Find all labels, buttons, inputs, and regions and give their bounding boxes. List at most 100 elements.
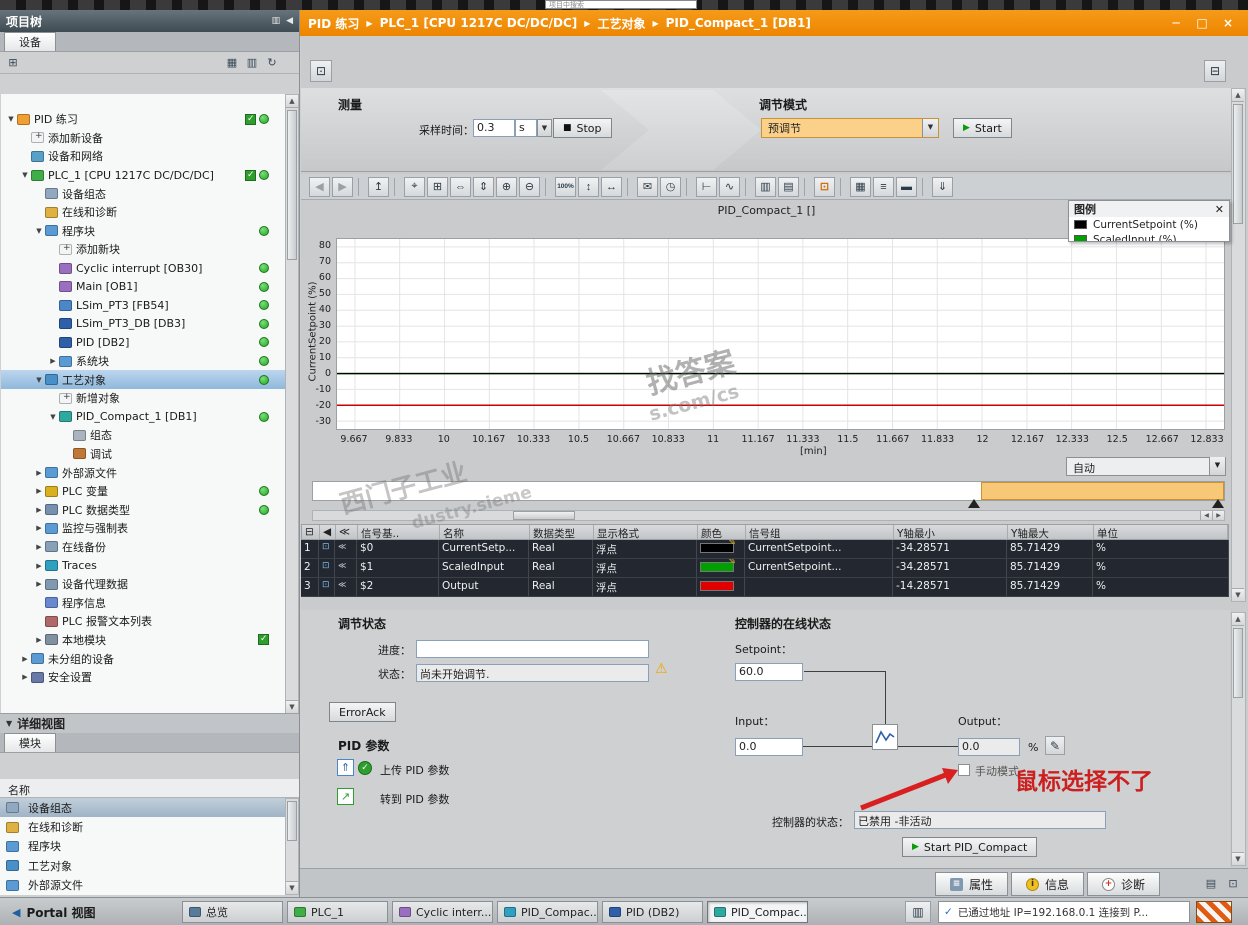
tree-item-27[interactable]: PLC 报警文本列表 — [1, 612, 285, 631]
detail-item-1[interactable]: 在线和诊断 — [0, 817, 285, 836]
taskbar-button-3[interactable]: PID_Compac... — [497, 901, 598, 923]
expand-panel-icon[interactable]: ⊟ — [1204, 60, 1226, 82]
tab-diagnostics[interactable]: + 诊断 — [1087, 872, 1161, 896]
range-selection[interactable] — [981, 482, 1224, 500]
tree-item-13[interactable]: ▶ 系统块 — [1, 352, 285, 371]
tree-item-23[interactable]: ▶ 在线备份 — [1, 538, 285, 557]
expander-icon[interactable]: ▼ — [47, 413, 59, 421]
column-header[interactable]: 显示格式 — [594, 525, 698, 539]
scroll-up-icon[interactable]: ▲ — [1232, 89, 1244, 102]
zoom-in-icon[interactable]: ⊕ — [496, 176, 517, 197]
close-icon[interactable]: × — [1220, 16, 1236, 30]
tab-properties[interactable]: ≡ 属性 — [935, 872, 1009, 896]
sampling-unit-dropdown-icon[interactable]: ▼ — [537, 119, 552, 137]
color-cell[interactable]: ✎ — [697, 559, 745, 577]
legend-item-1[interactable]: ScaledInput (%) — [1069, 232, 1229, 241]
auto-collapse-ic[interactable]: ▥ — [272, 16, 281, 26]
display-mode-select[interactable]: 自动 ▼ — [1066, 457, 1226, 476]
scroll-down-icon[interactable]: ▼ — [286, 881, 298, 894]
start-tuning-button[interactable]: ▶ Start — [953, 118, 1012, 138]
taskbar-button-2[interactable]: Cyclic interr... — [392, 901, 493, 923]
zoom-out-icon[interactable]: ⊖ — [519, 176, 540, 197]
align-block-icon[interactable]: ▬ — [896, 176, 917, 197]
table-view-icon[interactable]: ▦ — [850, 176, 871, 197]
tree-item-5[interactable]: 在线和诊断 — [1, 203, 285, 222]
breadcrumb-segment[interactable]: PID 练习 — [308, 15, 359, 32]
scroll-up-icon[interactable]: ▲ — [1232, 613, 1244, 626]
detail-item-4[interactable]: 外部源文件 — [0, 876, 285, 895]
tree-item-25[interactable]: ▶ 设备代理数据 — [1, 575, 285, 594]
range-handle-right[interactable] — [1212, 499, 1224, 508]
forward-icon[interactable]: ▶ — [332, 176, 353, 197]
color-cell[interactable] — [697, 578, 745, 596]
column-header[interactable]: 数据类型 — [530, 525, 594, 539]
start-pid-compact-button[interactable]: ▶ Start PID_Compact — [902, 837, 1038, 857]
expander-icon[interactable]: ▶ — [33, 469, 45, 477]
collapse-inspector-icon[interactable]: ⊡ — [1224, 874, 1242, 892]
tree-item-30[interactable]: ▶ 安全设置 — [1, 668, 285, 687]
tree-item-12[interactable]: PID [DB2] — [1, 333, 285, 352]
scroll-thumb[interactable] — [1233, 104, 1243, 224]
column-header[interactable]: 单位 — [1094, 525, 1228, 539]
column-header[interactable]: 信号组 — [746, 525, 894, 539]
minimize-icon[interactable]: ─ — [1168, 16, 1184, 30]
breadcrumb-segment[interactable]: 工艺对象 — [597, 15, 645, 32]
goto-icon[interactable]: ↗ — [337, 788, 354, 805]
expander-icon[interactable]: ▶ — [19, 673, 31, 681]
legend-item-0[interactable]: CurrentSetpoint (%) — [1069, 217, 1229, 232]
range-selector-track[interactable] — [312, 481, 1225, 501]
diagram-view-icon[interactable]: ▦ — [223, 54, 241, 72]
pointer-icon[interactable]: ⌖ — [404, 176, 425, 197]
scroll-right-icon[interactable]: ▶ — [1212, 511, 1224, 520]
column-header[interactable]: 信号基.. — [358, 525, 440, 539]
color-cell[interactable]: ✎ — [697, 540, 745, 558]
trend-view-icon[interactable]: ∿ — [719, 176, 740, 197]
tab-module[interactable]: 模块 — [4, 733, 56, 752]
setpoint-field[interactable]: 60.0 — [735, 663, 803, 681]
dropdown-arrow-icon[interactable]: ▼ — [922, 119, 938, 137]
expander-icon[interactable]: ▶ — [33, 562, 45, 570]
column-header[interactable]: Y轴最大 — [1008, 525, 1094, 539]
column-header[interactable]: Y轴最小 — [894, 525, 1008, 539]
tree-item-2[interactable]: 设备和网络 — [1, 147, 285, 166]
tree-item-10[interactable]: LSim_PT3 [FB54] — [1, 296, 285, 315]
scroll-down-icon[interactable]: ▼ — [1232, 852, 1244, 865]
zoom-selection-icon[interactable]: ⊞ — [427, 176, 448, 197]
tree-item-17[interactable]: 组态 — [1, 426, 285, 445]
back-icon[interactable]: ◀ — [309, 176, 330, 197]
error-ack-button[interactable]: ErrorAck — [329, 702, 396, 722]
vertical-scrollbar[interactable]: ▲ ▼ — [1231, 612, 1246, 866]
tree-item-18[interactable]: 调试 — [1, 445, 285, 464]
ruler-icon[interactable]: ⊢ — [696, 176, 717, 197]
project-search-input[interactable]: 项目中搜索 — [545, 0, 697, 9]
zoom-100-icon[interactable]: 100% — [555, 176, 576, 197]
expander-icon[interactable]: ▶ — [33, 636, 45, 644]
expander-icon[interactable]: ▶ — [33, 543, 45, 551]
detail-scrollbar[interactable]: ▼ — [285, 798, 299, 895]
scroll-down-icon[interactable]: ▼ — [1232, 588, 1244, 601]
tree-item-21[interactable]: ▶ PLC 数据类型 — [1, 500, 285, 519]
taskbar-button-5[interactable]: PID_Compac... — [707, 901, 808, 923]
expander-icon[interactable]: ▼ — [33, 227, 45, 235]
breadcrumb-segment[interactable]: PID_Compact_1 [DB1] — [666, 16, 811, 30]
taskbar-button-1[interactable]: PLC_1 — [287, 901, 388, 923]
detail-item-2[interactable]: 程序块 — [0, 837, 285, 856]
fit-value-icon[interactable]: ↕ — [578, 176, 599, 197]
goto-pid-params-link[interactable]: 转到 PID 参数 — [380, 791, 449, 807]
tree-item-19[interactable]: ▶ 外部源文件 — [1, 463, 285, 482]
scroll-thumb[interactable] — [1233, 628, 1243, 698]
tab-devices[interactable]: 设备 — [4, 32, 56, 51]
tree-item-6[interactable]: ▼ 程序块 — [1, 222, 285, 241]
tree-item-9[interactable]: Main [OB1] — [1, 277, 285, 296]
horizontal-scrollbar[interactable]: ◀ ▶ — [312, 510, 1225, 521]
collapse-panel-icon[interactable]: ◀ — [286, 16, 293, 26]
expander-icon[interactable]: ▼ — [33, 376, 45, 384]
horizontal-grid-icon[interactable]: ▤ — [778, 176, 799, 197]
range-handle-left[interactable] — [968, 499, 980, 508]
tab-info[interactable]: i 信息 — [1011, 872, 1085, 896]
tuning-mode-select[interactable]: 预调节 ▼ — [761, 118, 939, 138]
expander-icon[interactable]: ▶ — [33, 506, 45, 514]
zoom-time-icon[interactable]: ⇔ — [450, 176, 471, 197]
vertical-scrollbar[interactable]: ▲ ▼ — [1231, 88, 1246, 602]
signal-row-1[interactable]: 1 ⊡ ≪ $0 CurrentSetp... Real 浮点 ✎ CurrentSetpoin… — [301, 540, 1229, 559]
